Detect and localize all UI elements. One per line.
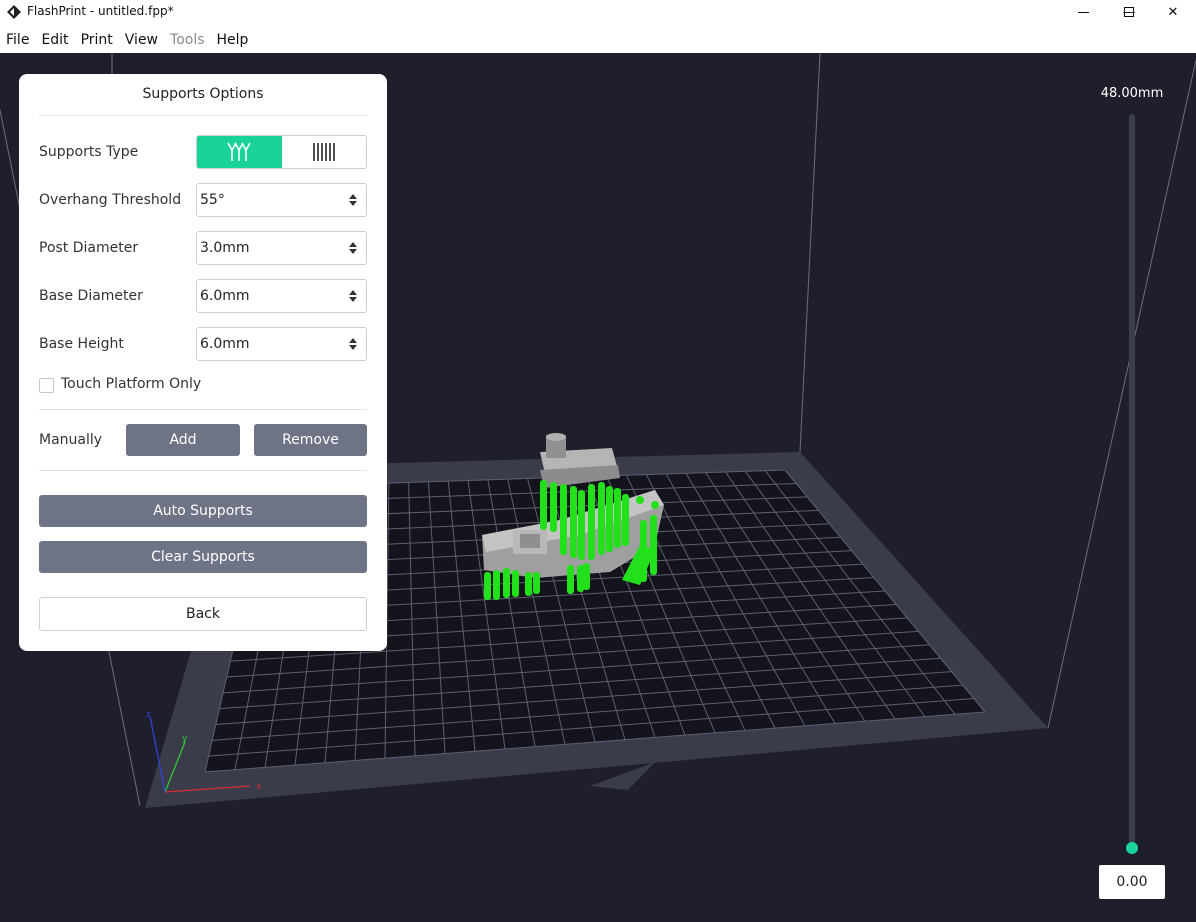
spin-arrows-icon[interactable] bbox=[345, 290, 361, 302]
tree-supports-icon bbox=[227, 142, 251, 161]
base-diameter-label: Base Diameter bbox=[39, 288, 143, 304]
support-post bbox=[578, 490, 585, 560]
remove-support-button[interactable]: Remove bbox=[254, 424, 367, 456]
layer-height-input[interactable]: 0.00 bbox=[1099, 865, 1165, 899]
linear-supports-icon bbox=[312, 143, 335, 161]
base-height-value[interactable]: 6.0mm bbox=[197, 336, 345, 352]
menu-bar: File Edit Print View Tools Help bbox=[0, 28, 1196, 52]
axis-y-label: y bbox=[182, 734, 188, 744]
support-post bbox=[484, 572, 491, 600]
minimize-line-icon bbox=[1077, 11, 1089, 13]
support-tip bbox=[636, 496, 644, 504]
support-post bbox=[567, 565, 574, 594]
spin-arrows-icon[interactable] bbox=[345, 242, 361, 254]
support-post bbox=[588, 484, 595, 560]
post-diameter-label: Post Diameter bbox=[39, 240, 139, 256]
section-divider bbox=[39, 470, 367, 471]
add-support-button[interactable]: Add bbox=[126, 424, 240, 456]
spin-arrows-icon[interactable] bbox=[345, 194, 361, 206]
maximize-icon bbox=[1124, 7, 1134, 17]
base-diameter-value[interactable]: 6.0mm bbox=[197, 288, 345, 304]
section-divider bbox=[39, 409, 367, 410]
support-post bbox=[512, 570, 519, 597]
layer-slider-max-label: 48.00mm bbox=[1100, 86, 1164, 101]
support-post bbox=[560, 484, 567, 555]
base-height-label: Base Height bbox=[39, 336, 124, 352]
back-button[interactable]: Back bbox=[39, 597, 367, 631]
supports-options-panel: Supports Options Supports Type Overhang … bbox=[19, 74, 387, 651]
close-button[interactable]: ✕ bbox=[1150, 0, 1196, 24]
post-diameter-spinbox[interactable]: 3.0mm bbox=[196, 231, 367, 265]
overhang-threshold-value[interactable]: 55° bbox=[197, 192, 345, 208]
support-post bbox=[606, 486, 613, 552]
window-title: FlashPrint - untitled.fpp* bbox=[27, 4, 174, 18]
base-diameter-spinbox[interactable]: 6.0mm bbox=[196, 279, 367, 313]
flashprint-logo-icon bbox=[7, 5, 21, 19]
clear-supports-button[interactable]: Clear Supports bbox=[39, 541, 367, 573]
menu-view[interactable]: View bbox=[119, 28, 164, 52]
auto-supports-button[interactable]: Auto Supports bbox=[39, 495, 367, 527]
menu-file[interactable]: File bbox=[0, 28, 35, 52]
support-post bbox=[583, 563, 590, 590]
layer-slider-track[interactable] bbox=[1129, 114, 1135, 848]
overhang-threshold-spinbox[interactable]: 55° bbox=[196, 183, 367, 217]
touch-platform-only-label[interactable]: Touch Platform Only bbox=[61, 376, 201, 392]
base-height-spinbox[interactable]: 6.0mm bbox=[196, 327, 367, 361]
menu-help[interactable]: Help bbox=[211, 28, 255, 52]
close-icon: ✕ bbox=[1167, 4, 1179, 20]
supports-type-toggle bbox=[196, 135, 367, 169]
support-post bbox=[493, 570, 500, 600]
support-tip bbox=[651, 501, 659, 509]
touch-platform-only-checkbox[interactable] bbox=[39, 378, 54, 393]
manually-label: Manually bbox=[39, 432, 103, 448]
support-post bbox=[650, 515, 657, 575]
tree-supports-option[interactable] bbox=[197, 136, 282, 168]
layer-slider-handle[interactable] bbox=[1126, 842, 1138, 854]
menu-tools[interactable]: Tools bbox=[164, 28, 211, 52]
overhang-threshold-label: Overhang Threshold bbox=[39, 192, 182, 208]
menu-edit[interactable]: Edit bbox=[35, 28, 74, 52]
title-bar: FlashPrint - untitled.fpp* — bbox=[0, 0, 1196, 24]
title-divider bbox=[39, 115, 367, 116]
supports-type-label: Supports Type bbox=[39, 144, 139, 160]
axis-z-label: z bbox=[146, 710, 151, 720]
menu-print[interactable]: Print bbox=[75, 28, 119, 52]
support-post bbox=[570, 486, 577, 558]
support-post bbox=[533, 572, 540, 594]
linear-supports-option[interactable] bbox=[282, 136, 367, 168]
support-post bbox=[525, 572, 532, 596]
support-post bbox=[503, 568, 510, 598]
support-post bbox=[598, 482, 605, 555]
maximize-button[interactable] bbox=[1106, 0, 1152, 24]
spin-arrows-icon[interactable] bbox=[345, 338, 361, 350]
panel-title: Supports Options bbox=[142, 86, 264, 102]
minimize-button-2[interactable] bbox=[1060, 0, 1106, 24]
support-post bbox=[622, 494, 629, 546]
support-post bbox=[614, 488, 621, 548]
support-post bbox=[550, 482, 557, 532]
support-post bbox=[540, 480, 547, 530]
axis-x-label: x bbox=[256, 782, 262, 792]
post-diameter-value[interactable]: 3.0mm bbox=[197, 240, 345, 256]
support-post bbox=[577, 565, 584, 592]
